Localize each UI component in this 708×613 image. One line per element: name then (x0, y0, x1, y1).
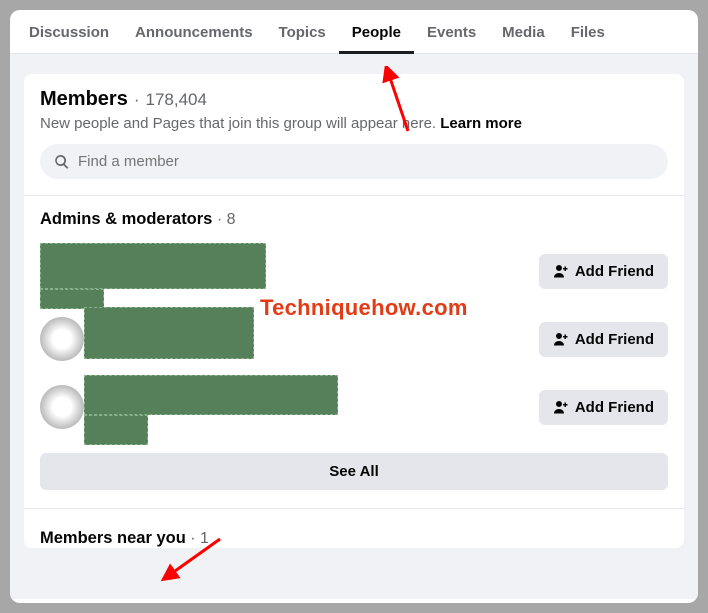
add-friend-icon (553, 263, 569, 279)
admins-list: Add Friend Add Friend (40, 237, 668, 441)
add-friend-label: Add Friend (575, 331, 654, 348)
members-subtitle-row: New people and Pages that join this grou… (40, 115, 668, 132)
near-you-count: 1 (200, 530, 209, 547)
search-input[interactable] (78, 153, 654, 170)
admins-heading: Admins & moderators · 8 (40, 210, 668, 229)
app-window: Discussion Announcements Topics People E… (10, 10, 698, 603)
members-separator: · (134, 90, 140, 110)
see-all-button[interactable]: See All (40, 453, 668, 490)
search-icon (54, 154, 70, 170)
members-count: 178,404 (145, 90, 206, 110)
near-you-section: Members near you · 1 (24, 508, 684, 548)
near-you-title: Members near you (40, 529, 186, 547)
tab-files[interactable]: Files (558, 10, 618, 53)
add-friend-label: Add Friend (575, 399, 654, 416)
near-you-separator: · (190, 530, 195, 547)
admin-row[interactable]: Add Friend (40, 373, 668, 441)
tab-media[interactable]: Media (489, 10, 558, 53)
learn-more-link[interactable]: Learn more (440, 115, 522, 132)
add-friend-button[interactable]: Add Friend (539, 254, 668, 289)
redacted-member (54, 381, 539, 433)
add-friend-button[interactable]: Add Friend (539, 390, 668, 425)
admins-count: 8 (227, 211, 236, 228)
tab-discussion[interactable]: Discussion (16, 10, 122, 53)
members-header: Members · 178,404 (40, 88, 668, 111)
admin-row[interactable]: Add Friend (40, 237, 668, 305)
add-friend-icon (553, 399, 569, 415)
page-body: Members · 178,404 New people and Pages t… (10, 54, 698, 599)
redacted-member (40, 245, 539, 297)
admins-section: Admins & moderators · 8 Add (24, 196, 684, 441)
tab-bar: Discussion Announcements Topics People E… (10, 10, 698, 54)
members-card: Members · 178,404 New people and Pages t… (24, 74, 684, 548)
admins-title: Admins & moderators (40, 210, 212, 228)
admins-separator: · (217, 211, 222, 228)
member-search[interactable] (40, 144, 668, 179)
tab-people[interactable]: People (339, 10, 414, 53)
tab-events[interactable]: Events (414, 10, 489, 53)
tab-topics[interactable]: Topics (266, 10, 339, 53)
admin-row[interactable]: Add Friend (40, 305, 668, 373)
members-subtitle: New people and Pages that join this grou… (40, 115, 436, 132)
add-friend-icon (553, 331, 569, 347)
redacted-member (54, 313, 539, 365)
members-title: Members (40, 88, 128, 111)
add-friend-button[interactable]: Add Friend (539, 322, 668, 357)
tab-announcements[interactable]: Announcements (122, 10, 266, 53)
add-friend-label: Add Friend (575, 263, 654, 280)
